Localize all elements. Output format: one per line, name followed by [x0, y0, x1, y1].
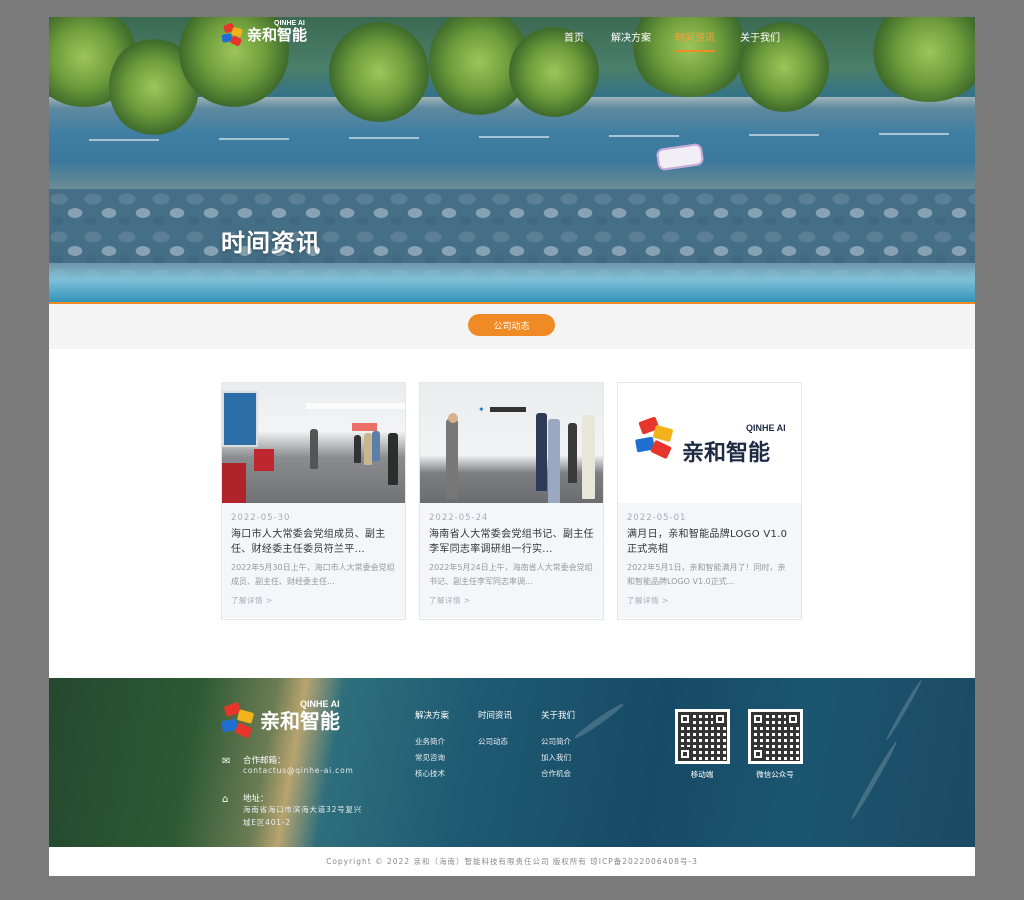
read-more-link[interactable]: 了解详情 > — [231, 595, 396, 606]
footer-logo-sub: QINHE AI — [300, 699, 340, 709]
address-line-1: 海南省海口市滨海大道32号复兴 — [243, 805, 363, 814]
footer-logo-mark-icon — [221, 701, 256, 739]
footer-logo[interactable]: 亲和智能 QINHE AI — [221, 699, 340, 739]
read-more-link[interactable]: 了解详情 > — [627, 595, 792, 606]
read-more-link[interactable]: 了解详情 > — [429, 595, 594, 606]
news-card-title[interactable]: 海南省人大常委会党组书记、副主任李军同志率调研组一行实... — [429, 527, 594, 557]
news-card[interactable]: ✦ 2022-05-24 海南省人大常委会党组书记、副主任李军同志率调研组一行实… — [419, 382, 604, 620]
news-card-date: 2022-05-24 — [429, 513, 489, 523]
news-card-title[interactable]: 满月日，亲和智能品牌LOGO V1.0正式亮相 — [627, 527, 792, 557]
location-icon: ⌂ — [222, 794, 229, 805]
logo-text: 亲和智能 — [247, 25, 308, 44]
brand-logo-sub: QINHE AI — [746, 423, 786, 433]
page: 亲和智能 QINHE AI 首页 解决方案 时间资讯 关于我们 时间资讯 公司动… — [49, 17, 975, 876]
address-line-2: 城E区401-2 — [243, 818, 291, 827]
logo-mark-icon — [221, 22, 244, 47]
news-card-excerpt: 2022年5月1日，亲和智能满月了！同时，亲和智能品牌LOGO V1.0正式..… — [627, 563, 786, 586]
hero-banner: 亲和智能 QINHE AI 首页 解决方案 时间资讯 关于我们 时间资讯 — [49, 17, 975, 304]
qr-code-wechat[interactable] — [748, 709, 803, 764]
hero-surf-image — [49, 263, 975, 304]
logo-sub: QINHE AI — [274, 20, 305, 27]
nav-item-solutions[interactable]: 解决方案 — [611, 29, 651, 52]
site-logo[interactable]: 亲和智能 QINHE AI — [221, 20, 308, 47]
qr-caption-mobile: 移动端 — [690, 770, 714, 779]
footer-link-business-intro[interactable]: 业务简介 — [415, 736, 445, 747]
news-card-date: 2022-05-01 — [627, 513, 687, 523]
nav-item-home[interactable]: 首页 — [564, 29, 584, 52]
footer-link-company-intro[interactable]: 公司简介 — [541, 736, 571, 747]
footer-col-about-title[interactable]: 关于我们 — [541, 709, 575, 721]
footer-logo-text: 亲和智能 — [260, 709, 340, 733]
news-card-title[interactable]: 海口市人大常委会党组成员、副主任、财经委主任委员符兰平... — [231, 527, 396, 557]
footer-link-cooperation[interactable]: 合作机会 — [541, 768, 571, 779]
mail-icon: ✉ — [222, 756, 231, 767]
qr-caption-wechat: 微信公众号 — [756, 770, 794, 779]
category-filter-bar: 公司动态 — [49, 304, 975, 349]
footer-link-core-tech[interactable]: 核心技术 — [415, 768, 445, 779]
footer-link-faq[interactable]: 常见咨询 — [415, 752, 445, 763]
footer-col-solutions-title[interactable]: 解决方案 — [415, 709, 449, 721]
main-nav: 首页 解决方案 时间资讯 关于我们 — [564, 29, 780, 52]
category-company-news-button[interactable]: 公司动态 — [468, 314, 555, 336]
news-card-image — [222, 383, 405, 503]
news-card-image: ✦ — [420, 383, 603, 503]
qr-code-mobile[interactable] — [675, 709, 730, 764]
hero-title: 时间资讯 — [221, 229, 321, 257]
copyright-text: Copyright © 2022 亲和（海南）智能科技有限责任公司 版权所有 琼… — [49, 847, 975, 876]
footer-col-news-title[interactable]: 时间资讯 — [478, 709, 512, 721]
brand-logo-text: 亲和智能 — [682, 441, 771, 466]
footer-link-join-us[interactable]: 加入我们 — [541, 752, 571, 763]
brand-logo-mark-icon — [635, 416, 676, 460]
news-card[interactable]: 2022-05-30 海口市人大常委会党组成员、副主任、财经委主任委员符兰平..… — [221, 382, 406, 620]
footer-link-company-news[interactable]: 公司动态 — [478, 736, 508, 747]
news-card-image: 亲和智能 QINHE AI — [618, 383, 801, 503]
nav-item-news[interactable]: 时间资讯 — [675, 29, 715, 52]
news-card[interactable]: 亲和智能 QINHE AI 2022-05-01 满月日，亲和智能品牌LOGO … — [617, 382, 802, 620]
nav-item-about[interactable]: 关于我们 — [740, 29, 780, 52]
wall-logo-icon: ✦ — [478, 405, 485, 414]
email-value[interactable]: contactus@qinhe-ai.com — [243, 764, 354, 777]
news-card-excerpt: 2022年5月30日上午，海口市人大常委会党组成员、副主任、财经委主任... — [231, 563, 395, 586]
site-footer: 亲和智能 QINHE AI ✉ 合作邮箱： contactus@qinhe-ai… — [49, 678, 975, 847]
news-card-excerpt: 2022年5月24日上午，海南省人大常委会党组书记、副主任李军同志率调... — [429, 563, 593, 586]
news-card-date: 2022-05-30 — [231, 513, 291, 523]
